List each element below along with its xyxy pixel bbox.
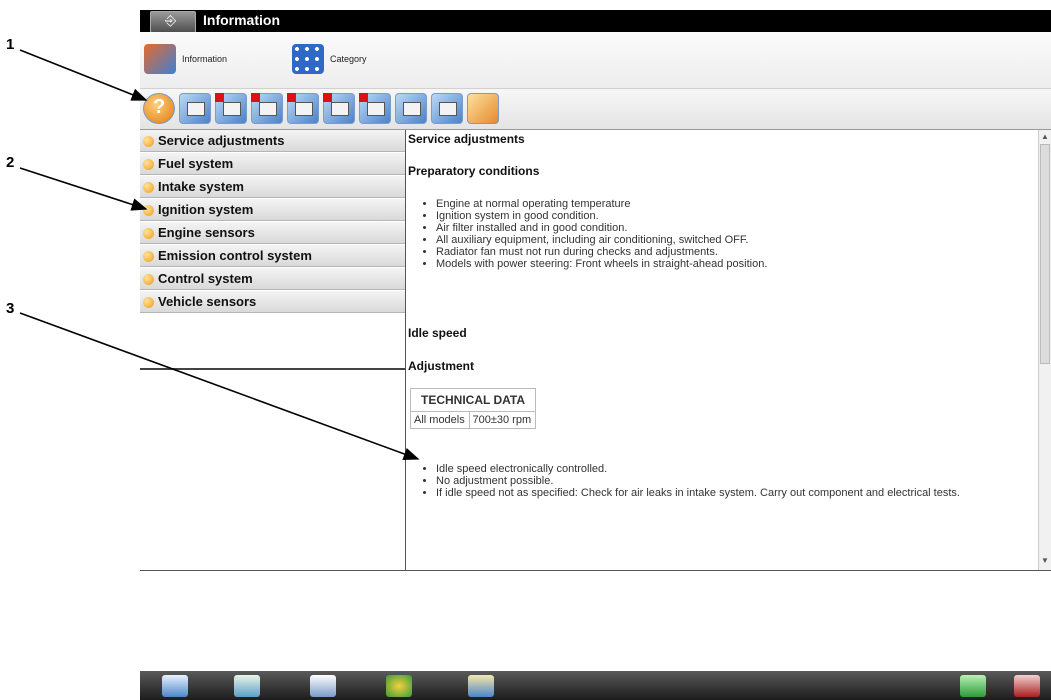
nav-item-label: Emission control system (158, 248, 312, 263)
nav-item-label: Control system (158, 271, 253, 286)
bullet-icon (143, 228, 154, 239)
document-icon[interactable] (251, 93, 283, 124)
tools-icon[interactable] (323, 93, 355, 124)
exit-icon[interactable] (1014, 675, 1040, 697)
nav-item-intake-system[interactable]: Intake system (140, 176, 405, 198)
table-cell: 700±30 rpm (468, 411, 536, 429)
technical-data-table: TECHNICAL DATA All models 700±30 rpm (410, 388, 536, 429)
scroll-thumb[interactable] (1040, 144, 1050, 364)
print-icon[interactable] (395, 93, 427, 124)
information-mode-label: Information (182, 54, 228, 64)
nav-item-ignition-system[interactable]: Ignition system (140, 199, 405, 221)
list-item: Engine at normal operating temperature (436, 198, 767, 210)
callout-2: 2 (6, 154, 15, 171)
nav-item-engine-sensors[interactable]: Engine sensors (140, 222, 405, 244)
content-scrollbar[interactable]: ▲ ▼ (1038, 130, 1051, 570)
scroll-up-icon[interactable]: ▲ (1041, 132, 1049, 141)
nav-item-control-system[interactable]: Control system (140, 268, 405, 290)
scanner-icon[interactable] (468, 675, 494, 697)
nav-item-label: Fuel system (158, 156, 234, 171)
callout-3: 3 (6, 300, 15, 317)
taskbar (140, 671, 1051, 700)
document-icon[interactable] (215, 93, 247, 124)
list-item: Radiator fan must not run during checks … (436, 246, 767, 258)
bullet-icon (143, 136, 154, 147)
nav-item-label: Vehicle sensors (158, 294, 257, 309)
nav-item-service-adjustments[interactable]: Service adjustments (140, 130, 405, 152)
divider (140, 570, 1051, 571)
prep-heading: Preparatory conditions (408, 164, 540, 178)
list-item: Idle speed electronically controlled. (436, 463, 1036, 475)
document-icon[interactable] (359, 93, 391, 124)
nav-item-label: Service adjustments (158, 133, 285, 148)
callout-1: 1 (6, 36, 15, 53)
list-item: If idle speed not as specified: Check fo… (436, 487, 1036, 499)
nav-item-emission-control-system[interactable]: Emission control system (140, 245, 405, 267)
home-icon[interactable] (162, 675, 188, 697)
list-icon[interactable] (234, 675, 260, 697)
table-cell: All models (410, 411, 470, 429)
adjustment-heading: Adjustment (408, 359, 474, 373)
list-item: Ignition system in good condition. (436, 210, 767, 222)
help-icon[interactable] (143, 93, 175, 124)
app-screen: Information Information Category Service… (140, 10, 1051, 700)
document-icon[interactable] (287, 93, 319, 124)
document-icon[interactable] (431, 93, 463, 124)
bullet-icon (143, 159, 154, 170)
nav-item-fuel-system[interactable]: Fuel system (140, 153, 405, 175)
bullet-icon (143, 297, 154, 308)
content-heading: Service adjustments (408, 132, 525, 146)
back-exit-icon[interactable] (150, 11, 196, 33)
category-mode-button[interactable]: Category (292, 42, 367, 76)
vehicle-icon[interactable] (386, 675, 412, 697)
callout-1-arrow (19, 49, 148, 101)
vehicle-info-icon[interactable] (179, 93, 211, 124)
table-row: All models 700±30 rpm (410, 411, 536, 429)
notes-icon[interactable] (467, 93, 499, 124)
information-mode-icon (144, 44, 176, 74)
callout-2-arrow (19, 167, 148, 211)
mode-bar: Information Category (140, 32, 1051, 89)
category-grid-icon (292, 44, 324, 74)
information-mode-button[interactable]: Information (144, 42, 227, 76)
list-item: All auxiliary equipment, including air c… (436, 234, 767, 246)
prep-list: Engine at normal operating temperature I… (406, 198, 767, 270)
idle-speed-heading: Idle speed (408, 326, 467, 340)
bullet-icon (143, 182, 154, 193)
nav-item-label: Engine sensors (158, 225, 255, 240)
nav-item-vehicle-sensors[interactable]: Vehicle sensors (140, 291, 405, 313)
title-bar: Information (140, 10, 1051, 33)
category-mode-label: Category (330, 54, 367, 64)
bullet-icon (143, 205, 154, 216)
list-item: Models with power steering: Front wheels… (436, 258, 767, 270)
toolbar (140, 89, 1051, 130)
list-item: No adjustment possible. (436, 475, 1036, 487)
bullet-icon (143, 274, 154, 285)
battery-icon[interactable] (960, 675, 986, 697)
table-header: TECHNICAL DATA (410, 388, 536, 412)
nav-item-label: Ignition system (158, 202, 254, 217)
nav-lower-panel (140, 370, 406, 570)
list-item: Air filter installed and in good conditi… (436, 222, 767, 234)
window-title: Information (203, 12, 280, 28)
scroll-down-icon[interactable]: ▼ (1041, 556, 1049, 565)
data-icon[interactable] (310, 675, 336, 697)
category-nav: Service adjustments Fuel system Intake s… (140, 130, 406, 370)
notes-list: Idle speed electronically controlled. No… (406, 463, 1036, 499)
content-pane: Service adjustments Preparatory conditio… (406, 130, 1038, 570)
bullet-icon (143, 251, 154, 262)
nav-item-label: Intake system (158, 179, 244, 194)
